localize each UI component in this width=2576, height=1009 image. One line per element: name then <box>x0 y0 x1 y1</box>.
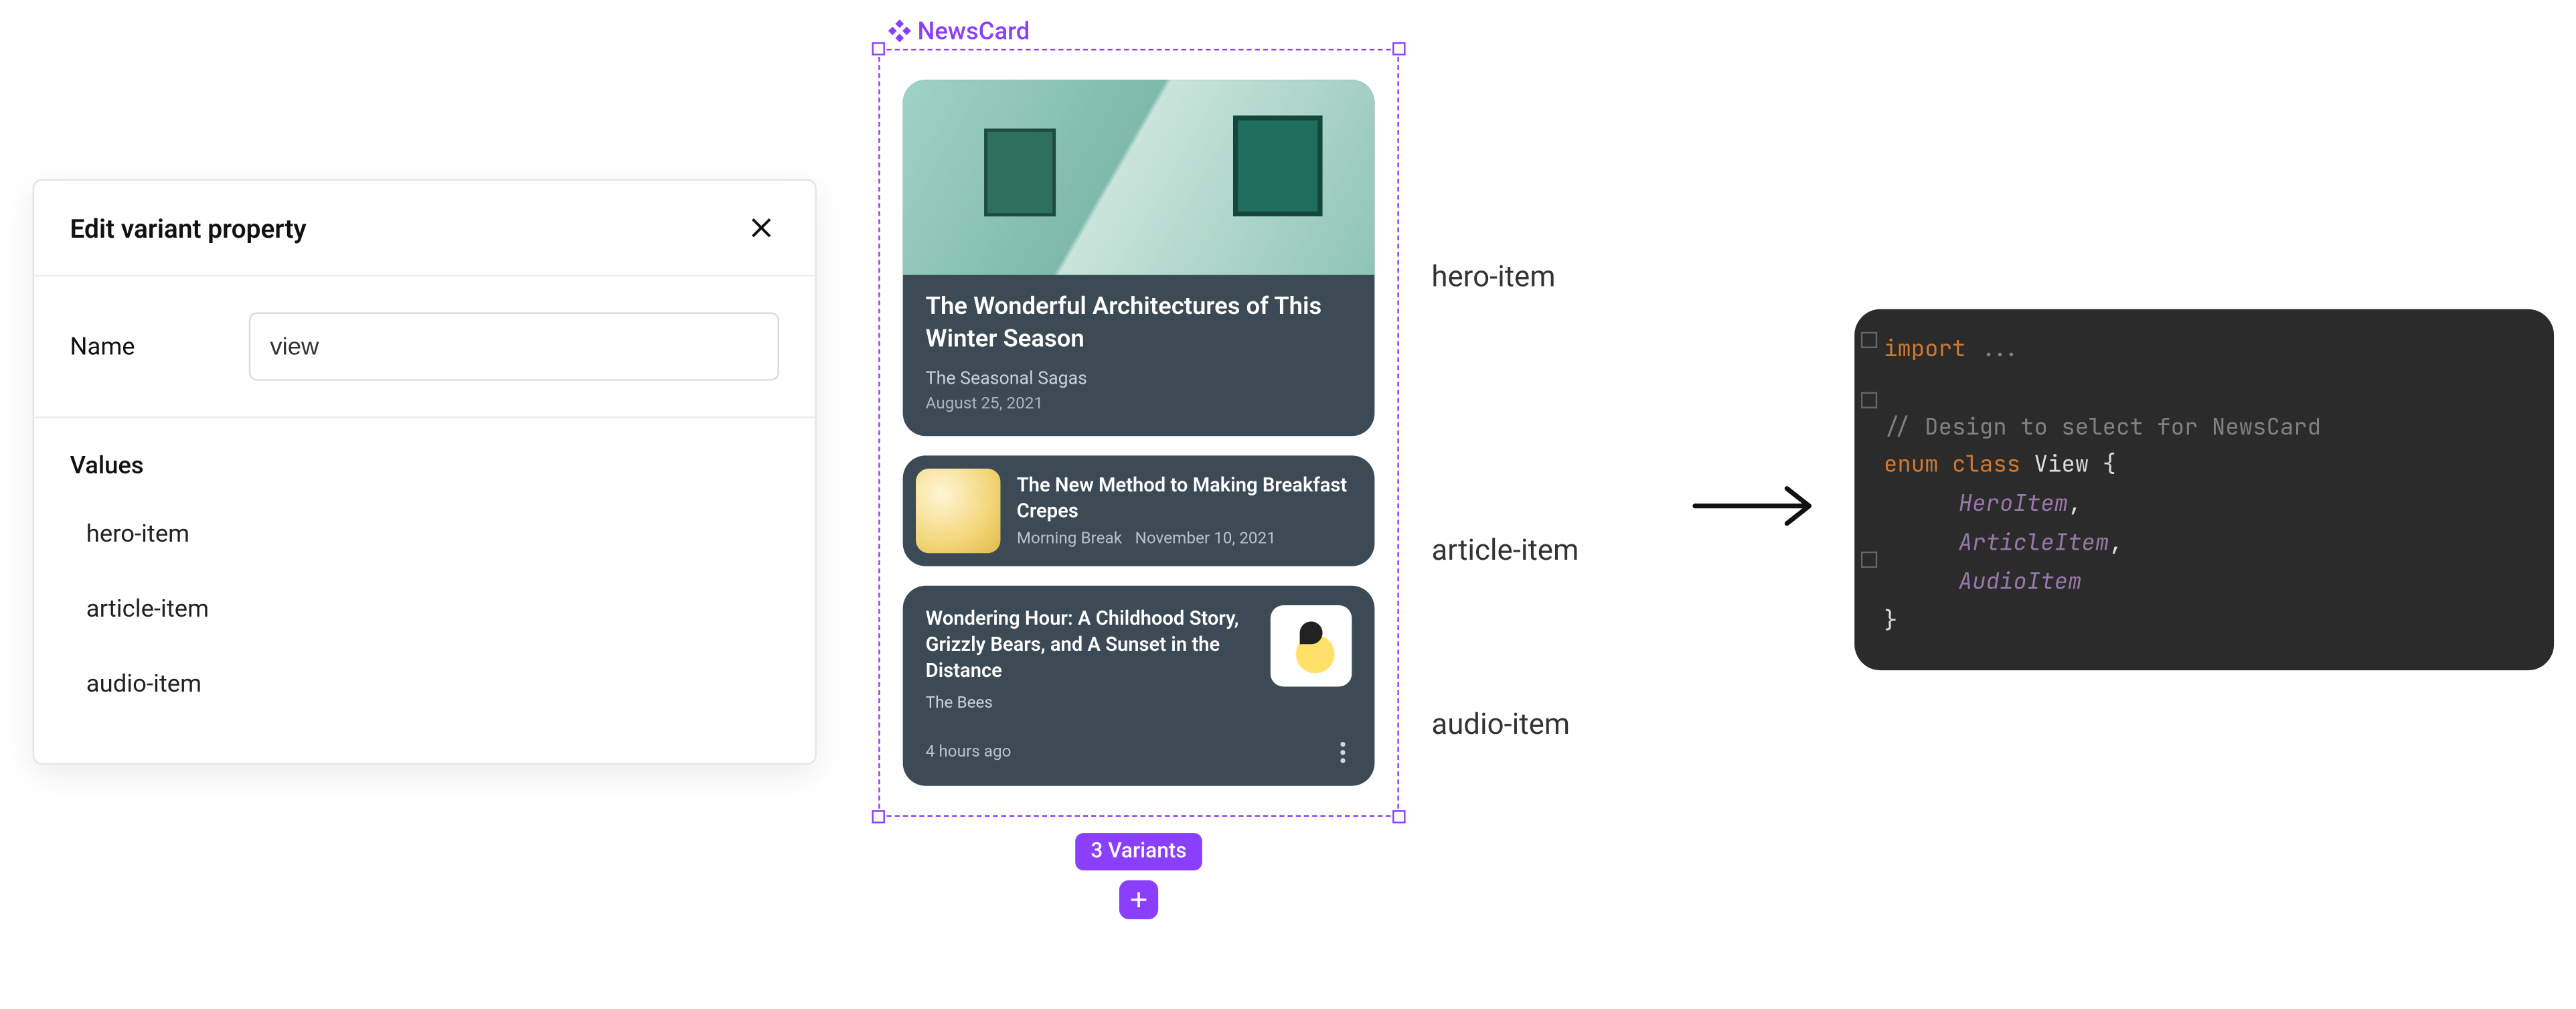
code-comment: // Design to select for NewsCard <box>1884 409 2524 448</box>
close-icon[interactable] <box>744 210 779 245</box>
article-source: Morning Break <box>1017 530 1122 548</box>
fold-icon[interactable] <box>1861 552 1877 568</box>
article-title: The New Method to Making Breakfast Crepe… <box>1017 473 1362 524</box>
newscard-article-variant[interactable]: The New Method to Making Breakfast Crepe… <box>903 455 1375 566</box>
audio-timestamp: 4 hours ago <box>926 743 1012 761</box>
value-item-hero[interactable]: hero-item <box>70 496 779 571</box>
article-date: November 10, 2021 <box>1135 530 1275 548</box>
generated-code: import ... // Design to select for NewsC… <box>1854 309 2554 671</box>
name-input[interactable] <box>249 313 779 381</box>
component-name-label[interactable]: NewsCard <box>888 16 1399 46</box>
code-enum-kw: enum <box>1884 451 1939 481</box>
component-icon <box>888 19 911 42</box>
selection-handle[interactable] <box>872 42 884 55</box>
selection-handle[interactable] <box>1392 809 1405 822</box>
annotation-audio: audio-item <box>1431 708 1570 742</box>
fold-icon[interactable] <box>1861 392 1877 408</box>
code-brace-open: { <box>2089 451 2116 481</box>
audio-subtitle: The Bees <box>926 694 1255 712</box>
component-name: NewsCard <box>918 16 1030 46</box>
fold-icon[interactable] <box>1861 332 1877 348</box>
hero-subtitle: The Seasonal Sagas <box>926 368 1352 389</box>
variants-badge[interactable]: 3 Variants <box>1074 832 1203 870</box>
arrow-icon <box>1692 481 1819 537</box>
code-member: HeroItem <box>1959 490 2068 520</box>
selection-handle[interactable] <box>872 809 884 822</box>
code-enum-name: View <box>2034 451 2089 481</box>
code-member: AudioItem <box>1959 568 2082 597</box>
code-class-kw: class <box>1952 451 2020 481</box>
code-import-rest: ... <box>1965 335 2020 365</box>
values-label: Values <box>70 451 779 480</box>
value-item-article[interactable]: article-item <box>70 571 779 646</box>
hero-date: August 25, 2021 <box>926 395 1352 413</box>
panel-title: Edit variant property <box>70 212 306 243</box>
more-icon[interactable] <box>1334 734 1352 769</box>
audio-title: Wondering Hour: A Childhood Story, Grizz… <box>926 605 1255 684</box>
newscard-audio-variant[interactable]: Wondering Hour: A Childhood Story, Grizz… <box>903 586 1375 785</box>
component-frame[interactable]: The Wonderful Architectures of This Wint… <box>878 49 1399 816</box>
selection-handle[interactable] <box>1392 42 1405 55</box>
gutter <box>1861 332 1880 648</box>
code-brace-close: } <box>1884 606 1897 635</box>
article-thumbnail <box>916 469 1000 553</box>
annotation-hero: hero-item <box>1431 260 1555 295</box>
value-item-audio[interactable]: audio-item <box>70 646 779 721</box>
audio-thumbnail <box>1271 605 1352 687</box>
code-import-kw: import <box>1884 335 1965 365</box>
code-member: ArticleItem <box>1959 529 2109 558</box>
name-label: Name <box>70 332 183 362</box>
hero-image <box>903 80 1375 275</box>
annotation-article: article-item <box>1431 534 1579 568</box>
hero-title: The Wonderful Architectures of This Wint… <box>926 291 1352 355</box>
newscard-hero-variant[interactable]: The Wonderful Architectures of This Wint… <box>903 80 1375 436</box>
add-variant-button[interactable] <box>1119 880 1158 919</box>
edit-variant-panel: Edit variant property Name Values hero-i… <box>33 179 817 765</box>
